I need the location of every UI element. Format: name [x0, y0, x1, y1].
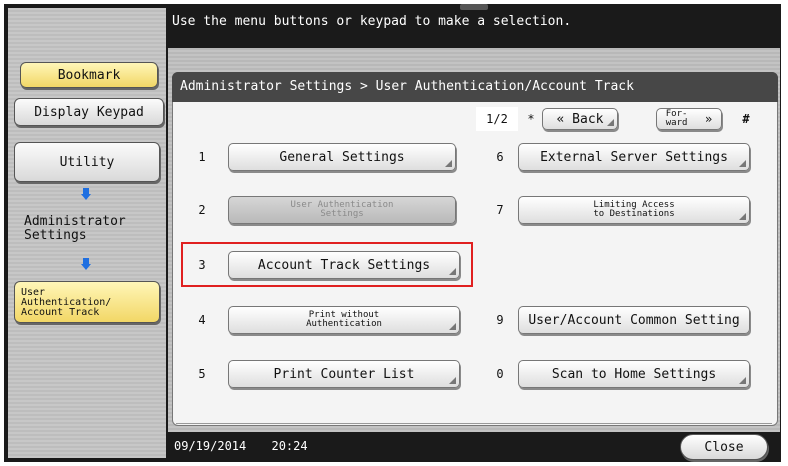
utility-button[interactable]: Utility — [14, 142, 160, 182]
menu-number-9: 9 — [496, 313, 504, 327]
administrator-settings-link[interactable]: Administrator Settings — [24, 215, 126, 243]
current-menu-button[interactable]: User Authentication/ Account Track — [14, 281, 160, 323]
menu-number-7: 7 — [496, 203, 504, 217]
user-authentication-settings-button[interactable]: User Authentication Settings — [228, 196, 456, 224]
close-button[interactable]: Close — [680, 434, 768, 460]
utility-label: Utility — [59, 154, 115, 170]
arrow-down-icon — [81, 188, 91, 200]
page-indicator: 1/2 — [476, 107, 518, 131]
menu-number-5: 5 — [198, 367, 206, 381]
bookmark-button[interactable]: Bookmark — [20, 62, 158, 88]
menu-number-6: 6 — [496, 150, 504, 164]
limiting-access-button[interactable]: Limiting Access to Destinations — [518, 196, 750, 224]
current-menu-label: User Authentication/ Account Track — [21, 287, 112, 318]
general-settings-button[interactable]: General Settings — [228, 143, 456, 171]
display-keypad-label: Display Keypad — [34, 104, 144, 120]
print-without-authentication-button[interactable]: Print without Authentication — [228, 306, 460, 334]
forward-button[interactable]: For- ward » — [656, 108, 722, 130]
instruction-bar: Use the menu buttons or keypad to make a… — [168, 8, 780, 48]
star-key: * — [527, 112, 535, 126]
top-indicator — [460, 4, 488, 10]
bookmark-label: Bookmark — [57, 67, 121, 83]
arrow-down-icon — [81, 258, 91, 270]
back-button[interactable]: « Back — [542, 108, 618, 130]
forward-arrow-icon: » — [704, 111, 713, 126]
display-keypad-button[interactable]: Display Keypad — [14, 98, 164, 126]
divider — [176, 423, 772, 424]
menu-number-2: 2 — [198, 203, 206, 217]
print-counter-list-button[interactable]: Print Counter List — [228, 360, 460, 388]
selection-highlight — [181, 242, 473, 287]
instruction-text: Use the menu buttons or keypad to make a… — [172, 14, 572, 29]
status-time: 20:24 — [271, 439, 308, 453]
user-account-common-setting-button[interactable]: User/Account Common Setting — [518, 306, 750, 334]
menu-number-4: 4 — [198, 313, 206, 327]
scan-to-home-settings-button[interactable]: Scan to Home Settings — [518, 360, 750, 388]
menu-number-1: 1 — [198, 150, 206, 164]
menu-number-0: 0 — [496, 367, 504, 381]
breadcrumb-text: Administrator Settings > User Authentica… — [180, 79, 634, 94]
hash-key: # — [742, 112, 750, 126]
breadcrumb: Administrator Settings > User Authentica… — [172, 72, 778, 102]
status-date: 09/19/2014 — [174, 439, 247, 453]
external-server-settings-button[interactable]: External Server Settings — [518, 143, 750, 171]
